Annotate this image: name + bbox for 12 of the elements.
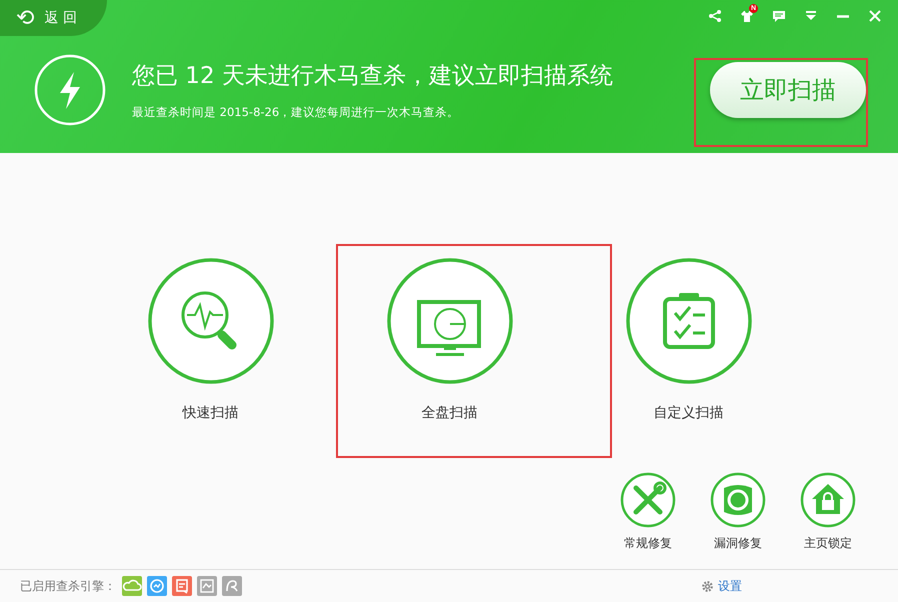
settings-link[interactable]: 设置 — [695, 576, 748, 596]
tool-label: 漏洞修复 — [714, 535, 762, 552]
scan-now-button[interactable]: 立即扫描 — [710, 62, 866, 118]
engines-label: 已启用查杀引擎： — [20, 578, 116, 594]
tool-label: 主页锁定 — [804, 535, 852, 552]
scan-mode-label: 自定义扫描 — [654, 404, 724, 422]
last-scan-note: 最近查杀时间是 2015-8-26，建议您每周进行一次木马查杀。 — [132, 105, 460, 120]
scan-mode-label: 全盘扫描 — [422, 404, 478, 422]
scan-mode-label: 快速扫描 — [182, 404, 238, 422]
tool-label: 常规修复 — [624, 535, 672, 552]
headline: 您已 12 天未进行木马查杀，建议立即扫描系统 — [132, 62, 614, 91]
back-button[interactable]: ⟲ 返 回 — [0, 0, 107, 36]
